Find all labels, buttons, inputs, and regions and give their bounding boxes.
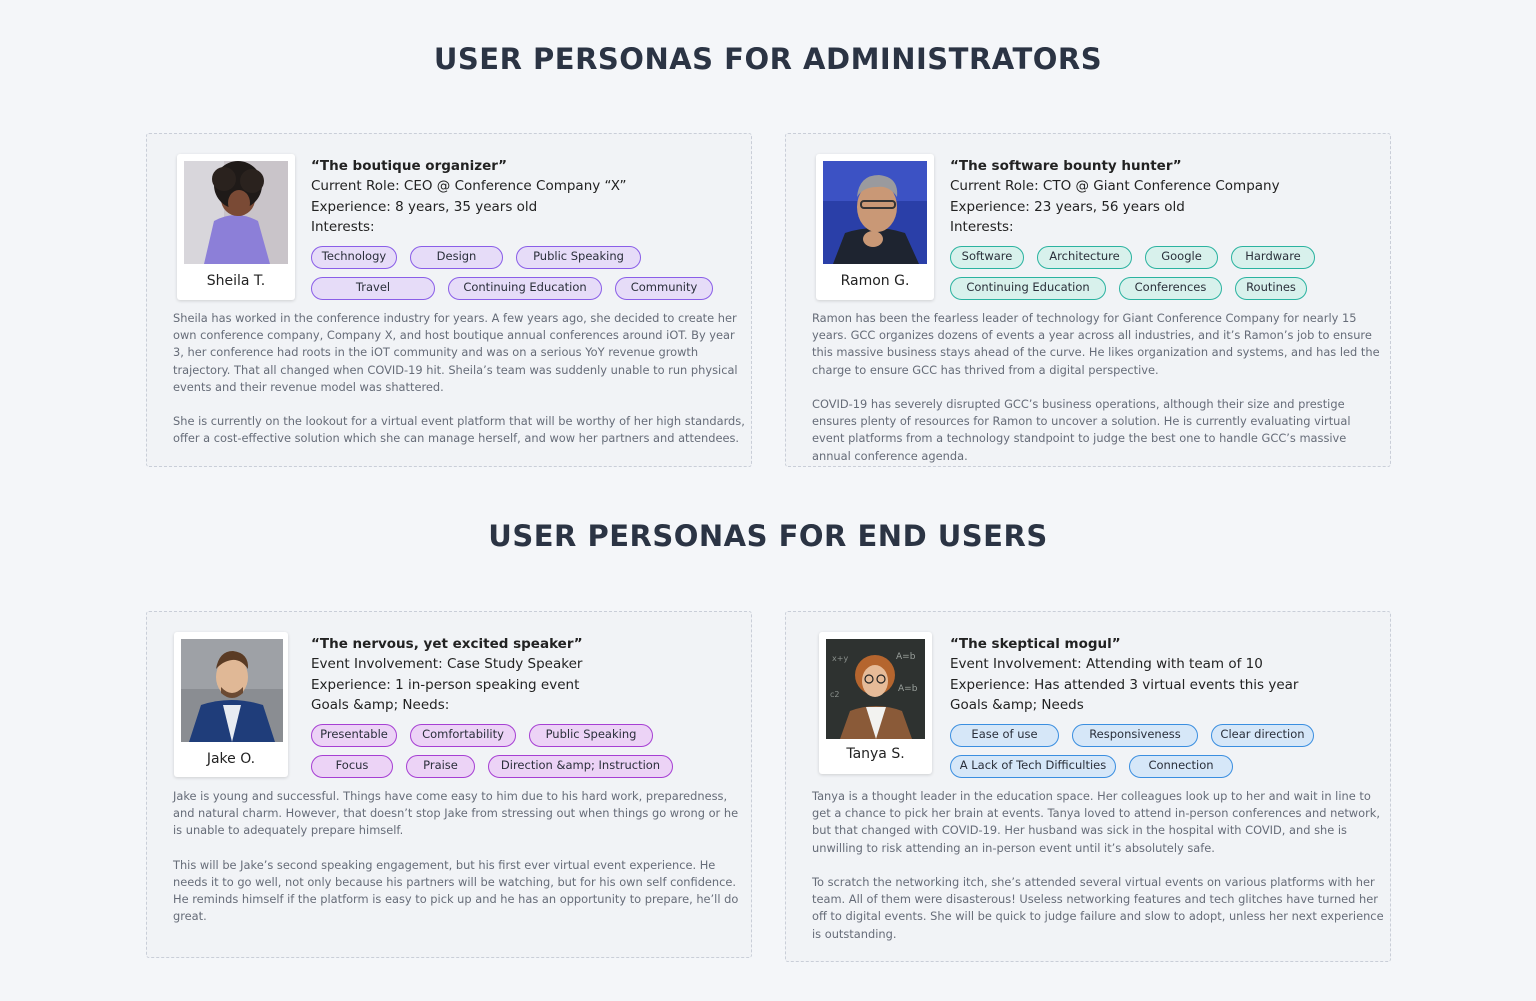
persona-interests-label: Interests: (950, 219, 1014, 236)
description-paragraph: Ramon has been the fearless leader of te… (812, 311, 1380, 377)
goal-tag: A Lack of Tech Difficulties (950, 755, 1116, 778)
goal-tag: Responsiveness (1072, 724, 1198, 747)
section-title-end-users: USER PERSONAS FOR END USERS (488, 519, 1048, 553)
persona-photo-frame: Sheila T. (177, 154, 295, 300)
persona-name: Jake O. (206, 751, 256, 767)
goal-tag: Public Speaking (529, 724, 653, 747)
persona-involvement: Event Involvement: Case Study Speaker (311, 656, 583, 672)
persona-experience: Experience: 1 in-person speaking event (311, 676, 580, 693)
persona-involvement: Event Involvement: Attending with team o… (950, 656, 1263, 672)
description-paragraph: Jake is young and successful. Things hav… (173, 789, 739, 838)
interest-tag: Continuing Education (448, 277, 602, 300)
interest-tag: Architecture (1037, 246, 1132, 269)
svg-text:c2: c2 (830, 690, 840, 699)
interest-tag: Travel (311, 277, 435, 300)
persona-card-ramon: Ramon G. “The software bounty hunter” Cu… (785, 133, 1391, 467)
svg-text:A=b: A=b (896, 652, 916, 662)
interest-tag: Software (950, 246, 1024, 269)
persona-experience: Experience: Has attended 3 virtual event… (950, 676, 1299, 693)
persona-card-tanya: A=b x+y A=b c2 Tanya S. “The skeptical m… (785, 611, 1391, 962)
goal-tag: Direction &amp; Instruction (488, 755, 673, 778)
persona-card-sheila: Sheila T. “The boutique organizer” Curre… (146, 133, 752, 467)
goal-tag: Ease of use (950, 724, 1059, 747)
interest-tag: Routines (1235, 277, 1307, 300)
goal-tag: Focus (311, 755, 393, 778)
description-paragraph: This will be Jake’s second speaking enga… (173, 857, 739, 924)
persona-tagline: “The skeptical mogul” (950, 636, 1121, 652)
description-paragraph: She is currently on the lookout for a vi… (173, 414, 745, 446)
persona-description: Tanya is a thought leader in the educati… (812, 788, 1384, 960)
svg-text:x+y: x+y (832, 654, 848, 663)
description-paragraph: Sheila has worked in the conference indu… (173, 311, 738, 394)
persona-goals-label: Goals &amp; Needs: (311, 697, 450, 714)
persona-role: Current Role: CTO @ Giant Conference Com… (950, 178, 1280, 194)
goal-tag: Comfortability (410, 724, 516, 747)
persona-photo (181, 639, 283, 742)
persona-photo (184, 161, 288, 264)
persona-card-jake: Jake O. “The nervous, yet excited speake… (146, 611, 752, 958)
goal-tag: Presentable (311, 724, 397, 747)
description-paragraph: To scratch the networking itch, she’s at… (812, 875, 1384, 941)
persona-tagline: “The software bounty hunter” (950, 158, 1182, 174)
goal-tag: Praise (406, 755, 475, 778)
persona-photo (823, 161, 927, 264)
interest-tag: Hardware (1231, 246, 1315, 269)
persona-photo: A=b x+y A=b c2 (826, 639, 925, 739)
persona-tagline: “The nervous, yet excited speaker” (311, 636, 583, 652)
interest-tag: Conferences (1119, 277, 1222, 300)
svg-text:A=b: A=b (898, 684, 918, 694)
interest-tag: Community (615, 277, 713, 300)
persona-name: Ramon G. (840, 273, 910, 289)
persona-description: Ramon has been the fearless leader of te… (812, 310, 1384, 482)
interest-tag: Public Speaking (516, 246, 641, 269)
description-paragraph: COVID-19 has severely disrupted GCC’s bu… (812, 397, 1351, 463)
persona-experience: Experience: 23 years, 56 years old (950, 198, 1185, 215)
persona-experience: Experience: 8 years, 35 years old (311, 198, 538, 215)
persona-description: Jake is young and successful. Things hav… (173, 788, 745, 943)
section-title-administrators: USER PERSONAS FOR ADMINISTRATORS (433, 42, 1103, 76)
interest-tag: Continuing Education (950, 277, 1106, 300)
interest-tag: Technology (311, 246, 397, 269)
persona-name: Tanya S. (846, 746, 905, 762)
persona-photo-frame: Ramon G. (816, 154, 934, 300)
persona-goals-label: Goals &amp; Needs (950, 697, 1084, 714)
persona-description: Sheila has worked in the conference indu… (173, 310, 745, 465)
persona-role: Current Role: CEO @ Conference Company “… (311, 178, 627, 194)
persona-tagline: “The boutique organizer” (311, 158, 508, 174)
goal-tag: Connection (1129, 755, 1233, 778)
goal-tag: Clear direction (1211, 724, 1314, 747)
interest-tag: Google (1145, 246, 1218, 269)
description-paragraph: Tanya is a thought leader in the educati… (812, 789, 1380, 855)
interest-tag: Design (410, 246, 503, 269)
persona-photo-frame: A=b x+y A=b c2 Tanya S. (819, 632, 932, 774)
persona-interests-label: Interests: (311, 219, 375, 236)
persona-name: Sheila T. (206, 273, 266, 289)
persona-photo-frame: Jake O. (174, 632, 288, 777)
